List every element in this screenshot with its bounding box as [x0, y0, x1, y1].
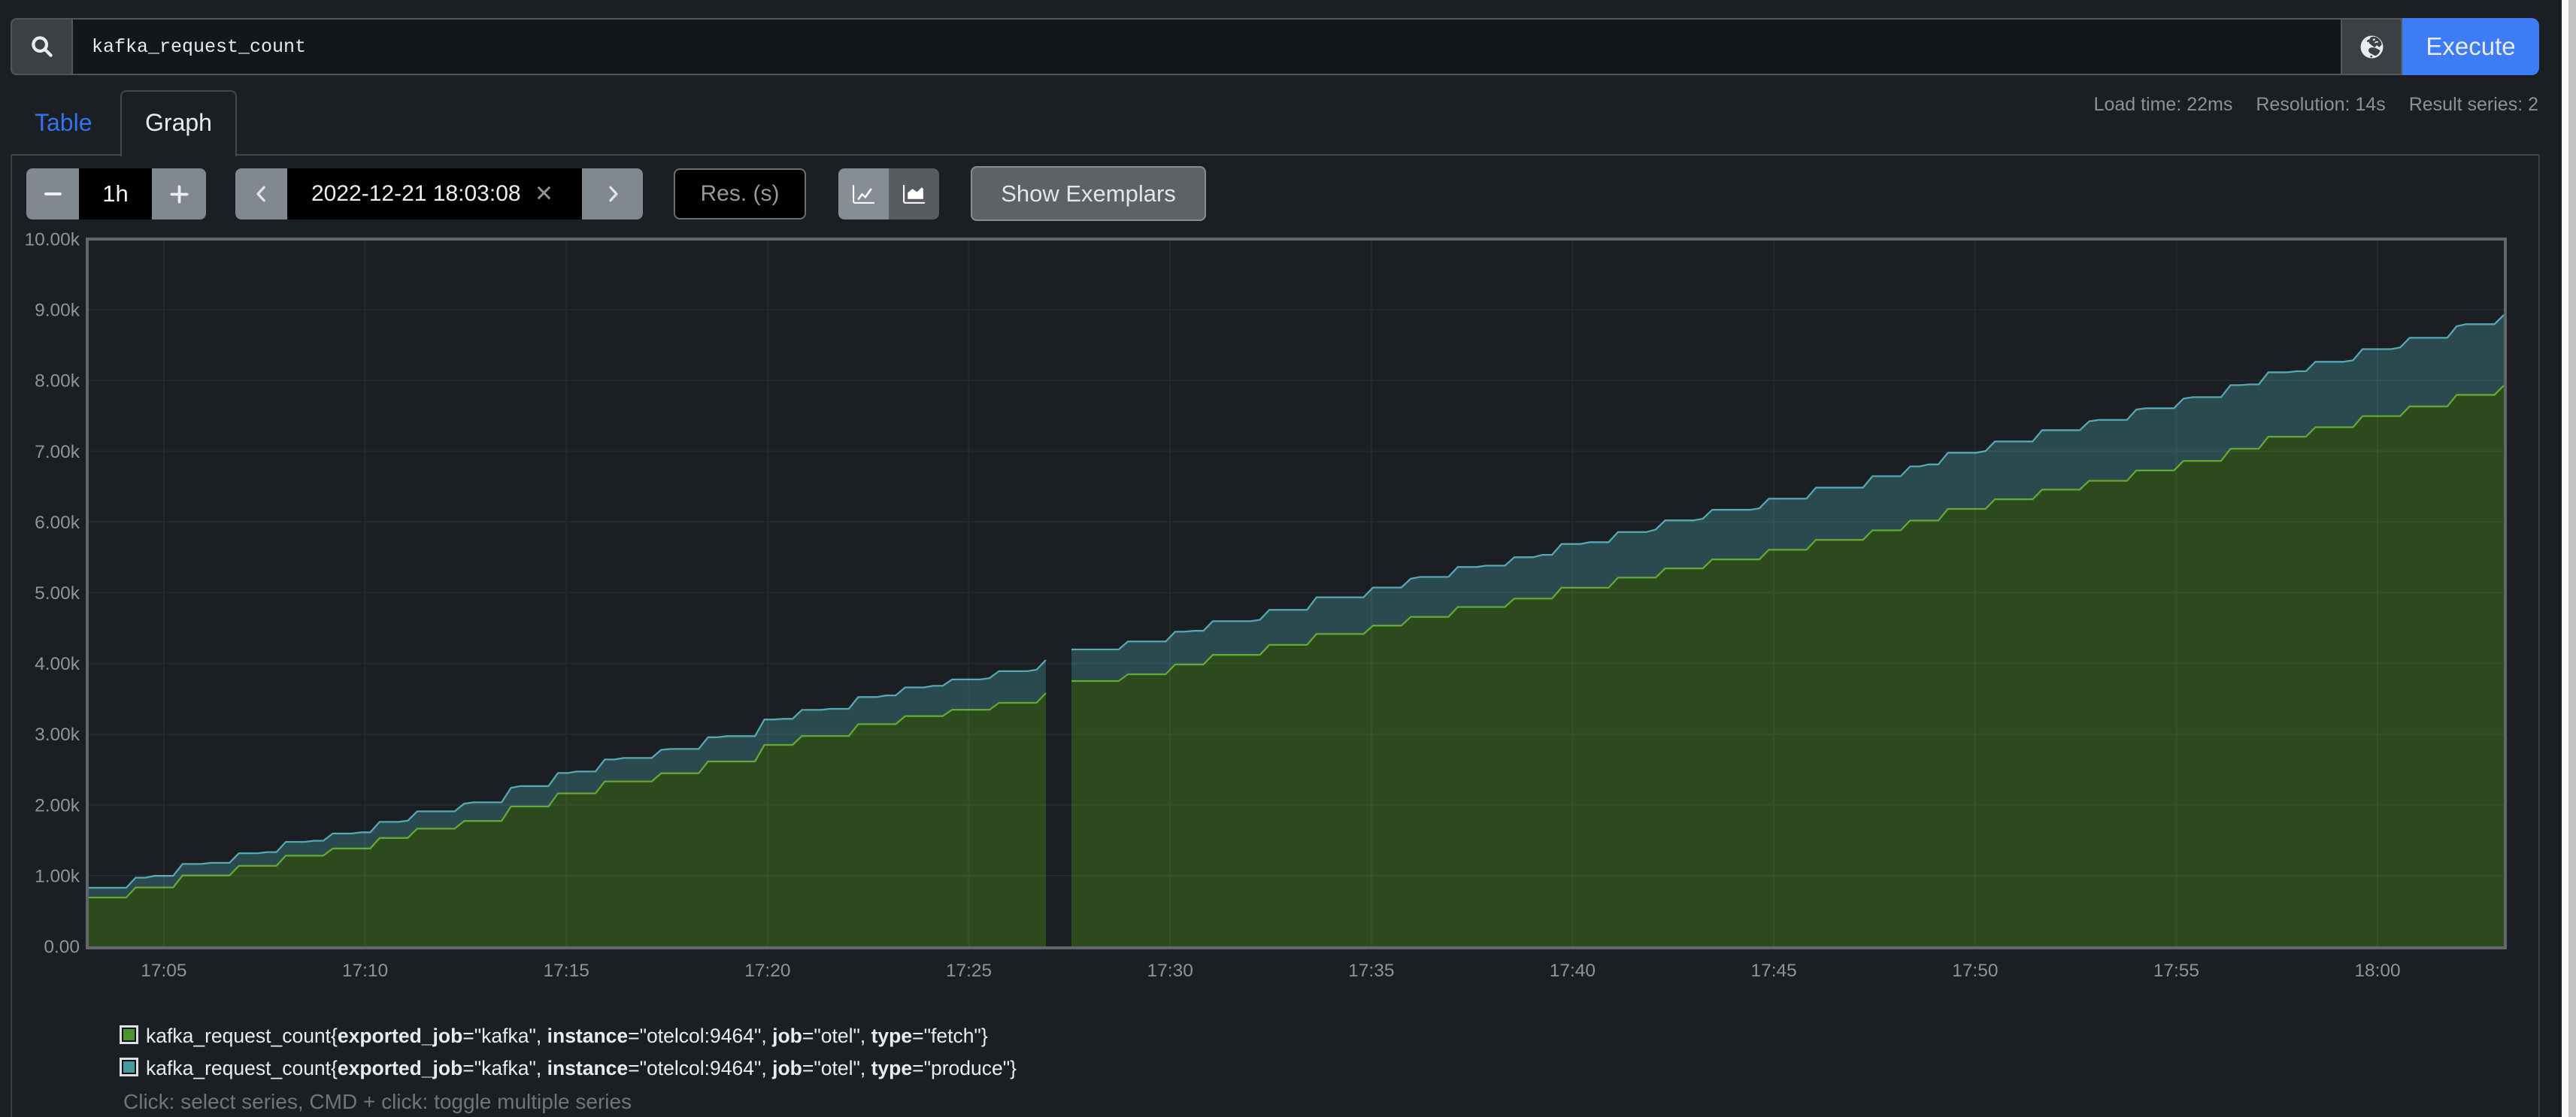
svg-text:17:10: 17:10 — [342, 961, 388, 981]
svg-text:4.00k: 4.00k — [35, 654, 80, 674]
svg-text:10.00k: 10.00k — [24, 230, 80, 250]
svg-text:17:30: 17:30 — [1147, 961, 1193, 981]
svg-text:3.00k: 3.00k — [35, 725, 80, 745]
svg-text:17:25: 17:25 — [946, 961, 992, 981]
svg-text:7.00k: 7.00k — [35, 442, 80, 462]
svg-text:17:15: 17:15 — [544, 961, 589, 981]
svg-text:8.00k: 8.00k — [35, 371, 80, 392]
svg-text:0.00: 0.00 — [44, 937, 80, 958]
svg-text:17:40: 17:40 — [1550, 961, 1596, 981]
svg-text:9.00k: 9.00k — [35, 301, 80, 321]
svg-text:1.00k: 1.00k — [35, 866, 80, 886]
svg-text:17:55: 17:55 — [2153, 961, 2199, 981]
svg-text:2.00k: 2.00k — [35, 795, 80, 816]
svg-text:18:00: 18:00 — [2354, 961, 2400, 981]
svg-text:5.00k: 5.00k — [35, 583, 80, 604]
svg-text:17:20: 17:20 — [744, 961, 790, 981]
svg-text:6.00k: 6.00k — [35, 513, 80, 533]
svg-text:17:45: 17:45 — [1750, 961, 1796, 981]
svg-text:17:35: 17:35 — [1348, 961, 1394, 981]
svg-text:17:05: 17:05 — [141, 961, 186, 981]
svg-text:17:50: 17:50 — [1952, 961, 1998, 981]
